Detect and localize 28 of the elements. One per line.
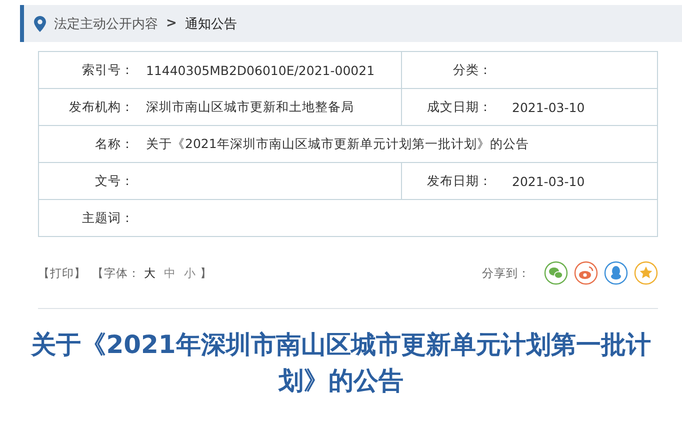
font-size-link[interactable]: 大 <box>144 266 156 280</box>
breadcrumb-link[interactable]: 通知公告 <box>184 14 237 32</box>
field-value: 2021-03-10 <box>512 174 585 188</box>
field-label: 索引号： <box>81 62 134 78</box>
breadcrumb-link[interactable]: 法定主动公开内容 <box>54 14 158 32</box>
location-pin-icon <box>34 16 46 32</box>
weibo-eye-icon[interactable] <box>574 261 598 285</box>
field-label: 成文日期： <box>426 98 492 116</box>
penguin-icon[interactable] <box>604 261 628 285</box>
field-label: 文号： <box>94 172 134 190</box>
field-value: 关于《2021年深圳市南山区城市更新单元计划第一批计划》的公告 <box>146 136 529 152</box>
field-value: 2021-03-10 <box>512 100 585 114</box>
chevron: > <box>166 16 177 31</box>
field-value: 11440305MB2D06010E/2021-00021 <box>146 62 375 78</box>
chat-bubbles-icon[interactable] <box>544 261 568 285</box>
bracket: 】 <box>200 266 212 280</box>
font-size-link[interactable]: 中 <box>164 266 176 280</box>
font-size-label: 【字体： <box>92 266 140 280</box>
field-label: 分类： <box>452 62 492 78</box>
font-size-link[interactable]: 小 <box>184 266 196 280</box>
field-label: 发布机构： <box>68 98 134 116</box>
print-link[interactable]: 【打印】 <box>38 266 86 280</box>
share-label: 分享到： <box>482 266 530 280</box>
field-label: 名称： <box>94 136 134 152</box>
article-title: 关于《2021年深圳市南山区城市更新单元计划第一批计划》的公告 <box>30 329 652 397</box>
field-label: 主题词： <box>81 210 134 226</box>
field-value: 深圳市南山区城市更新和土地整备局 <box>146 98 354 116</box>
field-label: 发布日期： <box>426 172 492 190</box>
